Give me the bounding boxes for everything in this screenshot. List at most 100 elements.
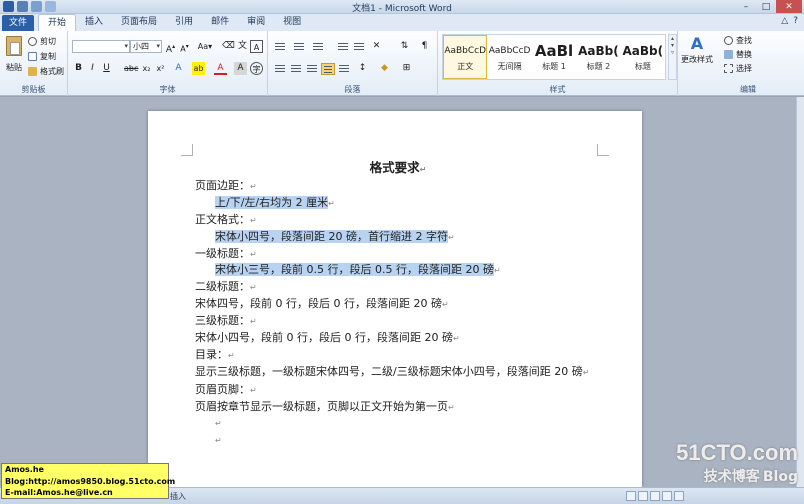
ribbon: 粘贴 剪切 复制 格式刷 剪贴板 ▾ 小四 ▾ A▴ A▾ Aa▾ ⌫ 文 A (0, 31, 804, 96)
tab-view[interactable]: 视图 (274, 14, 310, 31)
clipboard-group-label: 剪贴板 (21, 85, 46, 94)
line-text: 正文格式： (195, 212, 250, 226)
clear-formatting-icon[interactable]: ⌫ (222, 40, 235, 53)
document-page[interactable]: 格式要求↵ 页面边距：↵ 上/下/左/右均为 2 厘米↵ 正文格式：↵ 宋体小四号，段… (148, 111, 642, 487)
paragraph-mark: ↵ (250, 283, 257, 293)
style-heading-2[interactable]: AaBb( 标题 2 (576, 35, 620, 79)
style-sample: AaBl (534, 42, 574, 60)
selected-text: 上/下/左/右均为 2 厘米 (215, 195, 329, 209)
shading-icon[interactable]: ◆ (378, 62, 391, 75)
empty-paragraph: ↵ (215, 419, 222, 429)
change-styles-icon: A (690, 34, 704, 53)
document-line: 目录：↵ (195, 347, 601, 364)
line-text: 一级标题： (195, 246, 250, 260)
ribbon-minimize-icon[interactable]: △ (781, 16, 788, 26)
find-button[interactable]: 查找 (724, 35, 752, 46)
insert-mode-indicator[interactable]: 插入 (170, 491, 186, 502)
line-text: 宋体小四号，段前 0 行，段后 0 行，段落间距 20 磅 (195, 331, 453, 345)
borders-icon[interactable]: ⊞ (400, 62, 413, 75)
document-line: 上/下/左/右均为 2 厘米↵ (195, 195, 601, 212)
tab-insert[interactable]: 插入 (76, 14, 112, 31)
styles-gallery-scrollbar[interactable]: ▴ ▾ ▿ (668, 34, 677, 80)
paragraph-mark: ↵ (250, 215, 257, 225)
grow-font-button[interactable]: A▴ (164, 40, 177, 55)
underline-button[interactable]: U (100, 62, 113, 75)
draft-view-button[interactable] (674, 491, 684, 501)
shrink-font-button[interactable]: A▾ (178, 40, 191, 54)
line-spacing-icon[interactable]: ↕ (356, 62, 369, 75)
paragraph-mark: ↵ (328, 198, 335, 208)
paragraph-mark: ↵ (441, 300, 449, 310)
increase-indent-icon[interactable] (352, 41, 366, 53)
tab-references[interactable]: 引用 (166, 14, 202, 31)
paintbrush-icon (28, 67, 37, 76)
cut-button[interactable]: 剪切 (28, 36, 56, 47)
style-normal[interactable]: AaBbCcD 正文 (443, 35, 488, 79)
minimize-button[interactable]: – (736, 0, 756, 13)
document-line: 页面边距：↵ (195, 178, 601, 195)
align-right-icon[interactable] (305, 63, 319, 75)
outline-view-button[interactable] (662, 491, 672, 501)
subscript-button[interactable]: x₂ (140, 62, 153, 75)
strikethrough-button[interactable]: abc (124, 62, 138, 75)
sort-icon[interactable]: ⇅ (398, 40, 411, 53)
style-no-spacing[interactable]: AaBbCcD 无间隔 (487, 35, 531, 79)
chinese-layout-icon[interactable]: ✕ (370, 40, 383, 53)
change-case-button[interactable]: Aa▾ (196, 40, 214, 53)
tab-mailings[interactable]: 邮件 (202, 14, 238, 31)
font-size-combo[interactable]: 小四 ▾ (130, 40, 162, 53)
maximize-button[interactable]: □ (756, 0, 776, 13)
phonetic-guide-icon[interactable]: 文 (236, 40, 249, 53)
print-layout-view-button[interactable] (626, 491, 636, 501)
character-border-icon[interactable]: A (250, 40, 263, 53)
replace-button[interactable]: 替换 (724, 49, 752, 60)
style-sample: AaBbCcD (488, 46, 531, 56)
show-marks-icon[interactable]: ¶ (418, 40, 431, 53)
paragraph-mark: ↵ (582, 367, 590, 377)
text-effects-icon[interactable]: A (172, 62, 185, 75)
font-name-combo[interactable]: ▾ (72, 40, 130, 53)
bold-button[interactable]: B (72, 62, 85, 75)
tab-page-layout[interactable]: 页面布局 (112, 14, 166, 31)
decrease-indent-icon[interactable] (336, 41, 350, 53)
document-line: 页眉页脚：↵ (195, 382, 601, 399)
tab-review[interactable]: 审阅 (238, 14, 274, 31)
enclose-characters-icon[interactable]: 字 (250, 62, 263, 75)
highlight-color-icon[interactable]: ab (192, 62, 205, 75)
paste-button[interactable]: 粘贴 (3, 34, 25, 78)
justify-icon[interactable] (321, 63, 335, 75)
file-tab[interactable]: 文件 (2, 15, 34, 31)
style-title[interactable]: AaBb( 标题 (621, 35, 665, 79)
document-body[interactable]: 格式要求↵ 页面边距：↵ 上/下/左/右均为 2 厘米↵ 正文格式：↵ 宋体小四号，段… (195, 158, 601, 449)
copy-button[interactable]: 复制 (28, 51, 56, 62)
close-button[interactable]: ✕ (776, 0, 802, 13)
align-left-icon[interactable] (273, 63, 287, 75)
clipboard-group: 粘贴 剪切 复制 格式刷 剪贴板 (0, 31, 68, 96)
web-layout-view-button[interactable] (650, 491, 660, 501)
format-painter-button[interactable]: 格式刷 (28, 66, 64, 77)
character-shading-icon[interactable]: A (234, 62, 247, 75)
chevron-down-icon: ▾ (124, 42, 128, 50)
italic-button[interactable]: I (86, 62, 99, 75)
numbering-icon[interactable] (292, 41, 306, 53)
align-center-icon[interactable] (289, 63, 303, 75)
distributed-icon[interactable] (337, 63, 351, 75)
paragraph-mark: ↵ (448, 402, 455, 412)
style-heading-1[interactable]: AaBl 标题 1 (532, 35, 576, 79)
vertical-scrollbar[interactable] (796, 97, 804, 487)
line-text: 页眉页脚： (195, 382, 250, 396)
multilevel-list-icon[interactable] (311, 41, 325, 53)
change-styles-button[interactable]: A 更改样式 (679, 34, 715, 65)
document-line: 二级标题：↵ (195, 279, 601, 296)
document-line: 宋体小四号，段落间距 20 磅，首行缩进 2 字符↵ (195, 229, 601, 246)
select-icon (724, 64, 733, 73)
full-screen-reading-view-button[interactable] (638, 491, 648, 501)
paragraph-group: ✕ ⇅ ¶ ↕ ◆ ⊞ 段落 (268, 31, 438, 96)
font-color-icon[interactable]: A (214, 62, 227, 75)
help-icon[interactable]: ? (793, 16, 798, 26)
tab-home[interactable]: 开始 (38, 14, 77, 31)
bullets-icon[interactable] (273, 41, 287, 53)
select-button[interactable]: 选择 (724, 63, 752, 74)
document-line: 正文格式：↵ (195, 212, 601, 229)
superscript-button[interactable]: x² (154, 62, 167, 75)
